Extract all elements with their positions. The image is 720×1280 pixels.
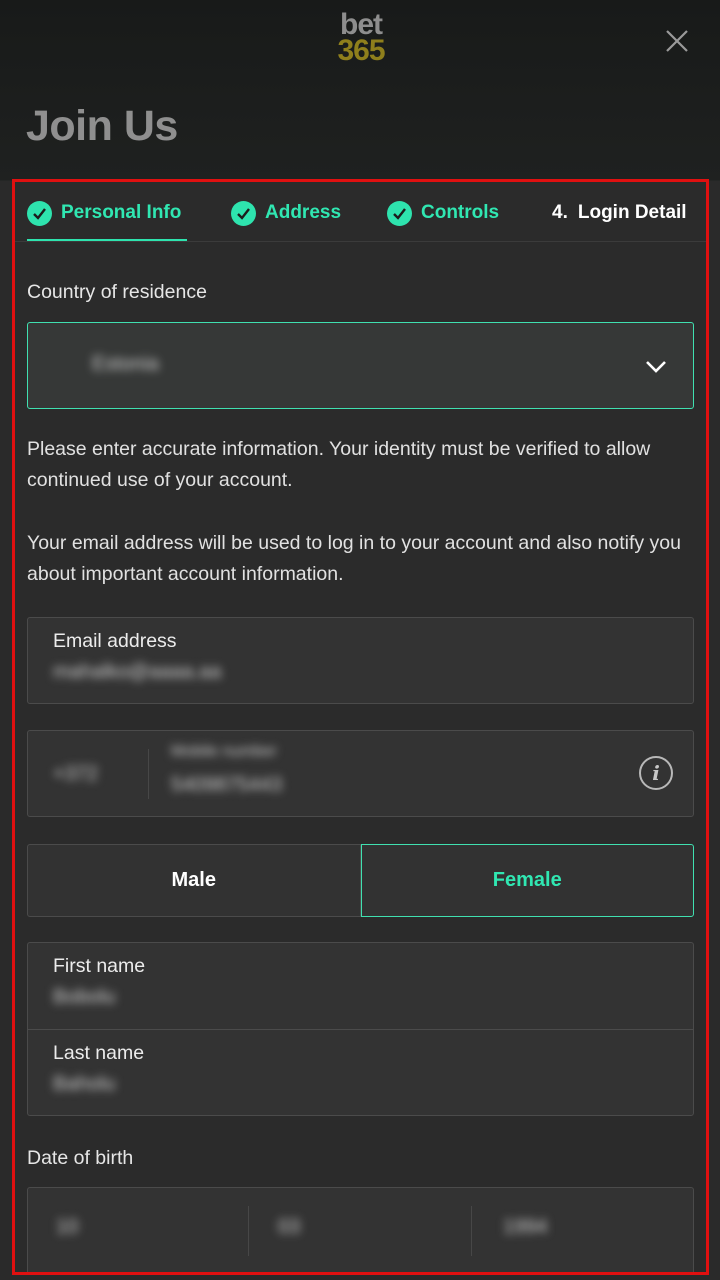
- page-title: Join Us: [26, 102, 178, 150]
- step-navigation: Personal Info Address Controls 4. Login …: [15, 182, 706, 242]
- mobile-number-label: Mobile number: [171, 743, 277, 760]
- step-personal-info[interactable]: Personal Info: [27, 200, 181, 226]
- country-value: Estonia: [92, 353, 159, 375]
- male-button[interactable]: Male: [27, 844, 361, 917]
- info-icon[interactable]: i: [639, 756, 673, 790]
- date-of-birth-field: 10 03 1994: [27, 1187, 694, 1272]
- last-name-value: Baholu: [53, 1073, 116, 1095]
- gender-selector: Male Female: [27, 844, 694, 917]
- check-icon: [231, 200, 256, 226]
- join-page: bet 365 Join Us Personal Info Address Co…: [0, 0, 720, 1280]
- dob-year[interactable]: 1994: [503, 1216, 548, 1239]
- close-icon[interactable]: [662, 26, 692, 56]
- last-name-field[interactable]: Last name Baholu: [28, 1030, 693, 1116]
- bet365-logo: bet 365: [337, 8, 385, 67]
- chevron-down-icon: [646, 361, 666, 373]
- email-field[interactable]: Email address mahalko@aaaa.aa: [27, 617, 694, 704]
- phone-country-code[interactable]: +372: [53, 763, 98, 786]
- step-controls[interactable]: Controls: [387, 200, 499, 226]
- active-step-indicator: [27, 239, 187, 241]
- date-of-birth-label: Date of birth: [27, 1147, 134, 1169]
- step-address[interactable]: Address: [231, 200, 341, 226]
- mobile-number-field[interactable]: +372 Mobile number 5409875443 i: [27, 730, 694, 817]
- check-icon: [387, 200, 412, 226]
- step-login-detail[interactable]: 4. Login Detail: [552, 200, 687, 226]
- identity-info-text: Please enter accurate information. Your …: [27, 438, 651, 491]
- name-fields: First name Bobolu Last name Baholu: [27, 942, 694, 1116]
- check-icon: [27, 200, 52, 226]
- dob-month[interactable]: 03: [278, 1216, 300, 1239]
- country-select[interactable]: Estonia: [27, 322, 694, 409]
- dob-day[interactable]: 10: [56, 1216, 78, 1239]
- first-name-field[interactable]: First name Bobolu: [28, 943, 693, 1030]
- female-button[interactable]: Female: [360, 844, 694, 917]
- mobile-number-value: 5409875443: [171, 774, 283, 796]
- country-label: Country of residence: [27, 281, 207, 303]
- first-name-value: Bobolu: [53, 986, 116, 1008]
- email-value: mahalko@aaaa.aa: [53, 661, 222, 683]
- email-info-text: Your email address will be used to log i…: [27, 532, 682, 585]
- registration-form-frame: Personal Info Address Controls 4. Login …: [12, 179, 709, 1275]
